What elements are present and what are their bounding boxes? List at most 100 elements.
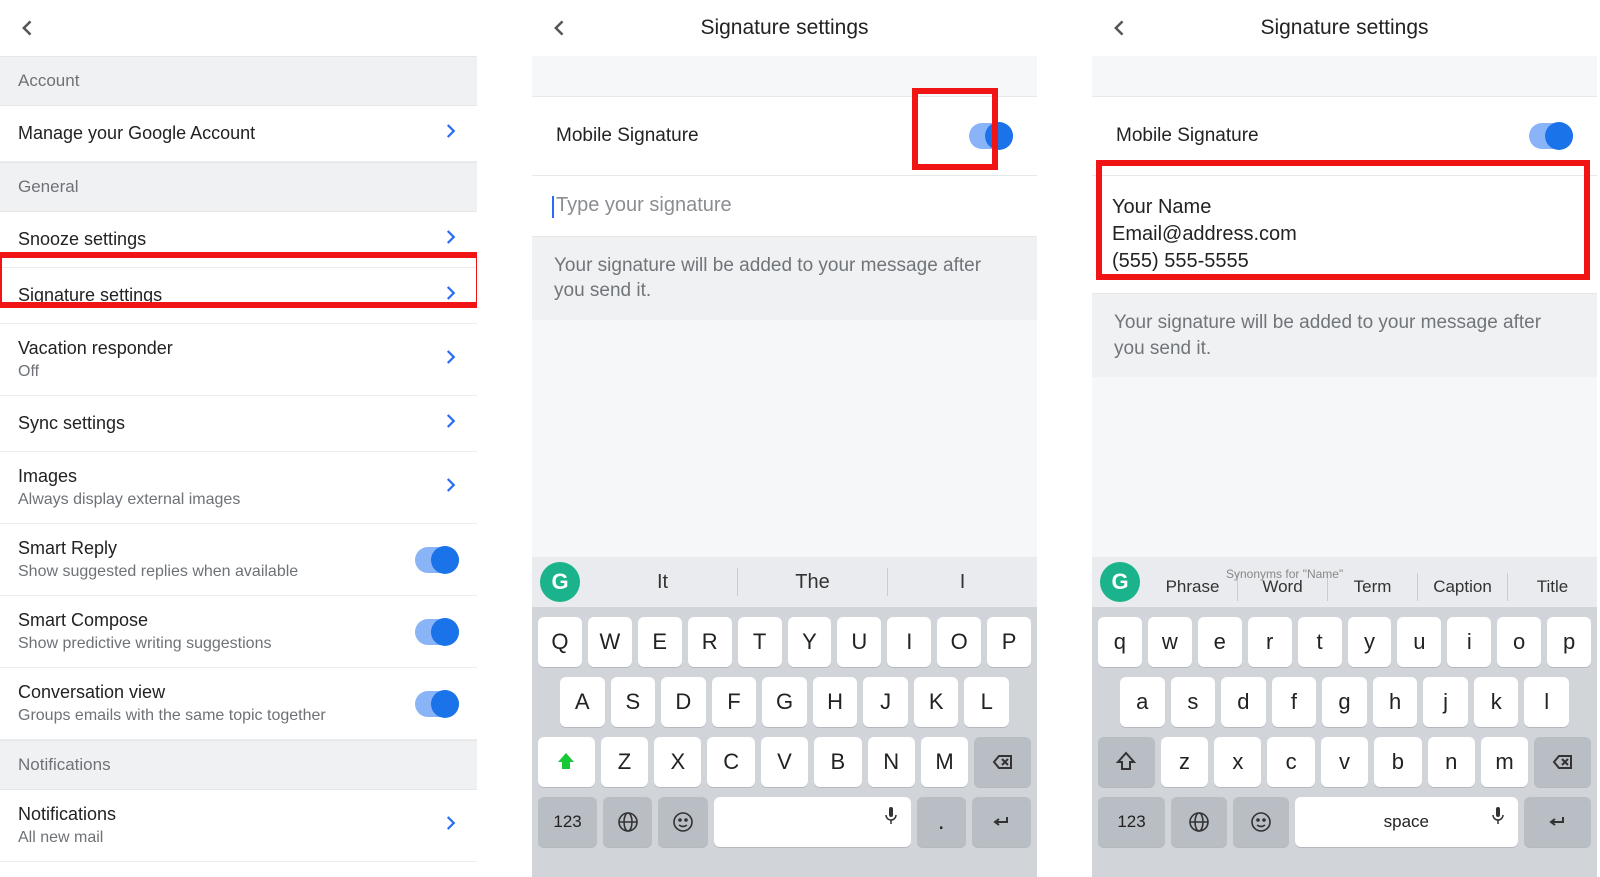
key-e[interactable]: E <box>638 617 682 667</box>
return-key[interactable] <box>972 797 1031 847</box>
grammarly-icon[interactable]: G <box>540 562 580 602</box>
key-z[interactable]: Z <box>601 737 648 787</box>
toggle-mobile-signature[interactable] <box>969 123 1013 149</box>
row-smart-compose[interactable]: Smart Compose Show predictive writing su… <box>0 596 477 668</box>
key-n[interactable]: n <box>1428 737 1475 787</box>
key-x[interactable]: X <box>654 737 701 787</box>
suggestion[interactable]: Caption <box>1417 573 1507 601</box>
key-m[interactable]: M <box>921 737 968 787</box>
key-n[interactable]: N <box>868 737 915 787</box>
key-c[interactable]: c <box>1267 737 1314 787</box>
globe-key[interactable] <box>1171 797 1227 847</box>
backspace-key[interactable] <box>1534 737 1591 787</box>
numbers-key[interactable]: 123 <box>538 797 597 847</box>
key-c[interactable]: C <box>707 737 754 787</box>
shift-key[interactable] <box>538 737 595 787</box>
key-g[interactable]: G <box>762 677 807 727</box>
key-m[interactable]: m <box>1481 737 1528 787</box>
key-x[interactable]: x <box>1214 737 1261 787</box>
key-a[interactable]: a <box>1120 677 1165 727</box>
row-mobile-signature[interactable]: Mobile Signature <box>532 96 1037 176</box>
key-i[interactable]: i <box>1447 617 1491 667</box>
return-key[interactable] <box>1524 797 1591 847</box>
suggestion[interactable]: It <box>588 568 737 596</box>
key-d[interactable]: d <box>1221 677 1266 727</box>
suggestion[interactable]: The <box>737 568 887 596</box>
key-q[interactable]: Q <box>538 617 582 667</box>
key-f[interactable]: f <box>1272 677 1317 727</box>
key-s[interactable]: S <box>611 677 656 727</box>
toggle-conv-view[interactable] <box>415 691 459 717</box>
key-j[interactable]: j <box>1423 677 1468 727</box>
key-s[interactable]: s <box>1171 677 1216 727</box>
row-vacation[interactable]: Vacation responder Off <box>0 324 477 396</box>
row-conv-view[interactable]: Conversation view Groups emails with the… <box>0 668 477 740</box>
key-z[interactable]: z <box>1161 737 1208 787</box>
key-j[interactable]: J <box>863 677 908 727</box>
row-manage-account[interactable]: Manage your Google Account <box>0 106 477 162</box>
key-p[interactable]: p <box>1547 617 1591 667</box>
row-sync[interactable]: Sync settings <box>0 396 477 452</box>
backspace-key[interactable] <box>974 737 1031 787</box>
key-b[interactable]: b <box>1374 737 1421 787</box>
key-q[interactable]: q <box>1098 617 1142 667</box>
key-o[interactable]: O <box>937 617 981 667</box>
key-v[interactable]: V <box>761 737 808 787</box>
period-key[interactable]: . <box>917 797 966 847</box>
key-y[interactable]: Y <box>788 617 832 667</box>
key-t[interactable]: t <box>1298 617 1342 667</box>
emoji-key[interactable] <box>658 797 707 847</box>
toggle-smart-reply[interactable] <box>415 547 459 573</box>
row-signature[interactable]: Signature settings <box>0 268 477 324</box>
suggestion[interactable]: Title <box>1507 573 1597 601</box>
key-v[interactable]: v <box>1321 737 1368 787</box>
key-d[interactable]: D <box>661 677 706 727</box>
signature-line: Your Name <box>1112 194 1577 221</box>
key-k[interactable]: k <box>1474 677 1519 727</box>
key-y[interactable]: y <box>1348 617 1392 667</box>
row-snooze[interactable]: Snooze settings <box>0 212 477 268</box>
key-k[interactable]: K <box>914 677 959 727</box>
key-i[interactable]: I <box>887 617 931 667</box>
signature-input[interactable]: Type your signature <box>532 176 1037 237</box>
space-key[interactable]: space <box>1295 797 1518 847</box>
key-l[interactable]: l <box>1524 677 1569 727</box>
emoji-key[interactable] <box>1233 797 1289 847</box>
key-h[interactable]: H <box>813 677 858 727</box>
back-button[interactable] <box>14 14 42 42</box>
key-t[interactable]: T <box>738 617 782 667</box>
suggestion[interactable]: I <box>887 568 1037 596</box>
suggestion[interactable]: Phrase <box>1148 573 1237 601</box>
key-g[interactable]: g <box>1322 677 1367 727</box>
signature-line: (555) 555-5555 <box>1112 248 1577 275</box>
space-key[interactable] <box>714 797 911 847</box>
signature-input[interactable]: Your Name Email@address.com (555) 555-55… <box>1092 176 1597 294</box>
key-h[interactable]: h <box>1373 677 1418 727</box>
row-smart-reply[interactable]: Smart Reply Show suggested replies when … <box>0 524 477 596</box>
key-a[interactable]: A <box>560 677 605 727</box>
grammarly-icon[interactable]: G <box>1100 562 1140 602</box>
key-l[interactable]: L <box>964 677 1009 727</box>
key-u[interactable]: u <box>1397 617 1441 667</box>
key-u[interactable]: U <box>837 617 881 667</box>
toggle-mobile-signature[interactable] <box>1529 123 1573 149</box>
row-label: Sync settings <box>18 413 125 434</box>
key-r[interactable]: r <box>1248 617 1292 667</box>
globe-key[interactable] <box>603 797 652 847</box>
numbers-key[interactable]: 123 <box>1098 797 1165 847</box>
toggle-smart-compose[interactable] <box>415 619 459 645</box>
row-notifications[interactable]: Notifications All new mail <box>0 790 477 862</box>
key-e[interactable]: e <box>1198 617 1242 667</box>
key-o[interactable]: o <box>1497 617 1541 667</box>
row-mobile-signature[interactable]: Mobile Signature <box>1092 96 1597 176</box>
key-f[interactable]: F <box>712 677 757 727</box>
key-b[interactable]: B <box>814 737 861 787</box>
key-r[interactable]: R <box>688 617 732 667</box>
key-p[interactable]: P <box>987 617 1031 667</box>
signature-hint: Your signature will be added to your mes… <box>1092 294 1597 377</box>
row-images[interactable]: Images Always display external images <box>0 452 477 524</box>
key-w[interactable]: w <box>1148 617 1192 667</box>
shift-key[interactable] <box>1098 737 1155 787</box>
key-w[interactable]: W <box>588 617 632 667</box>
header: Signature settings <box>532 0 1037 56</box>
